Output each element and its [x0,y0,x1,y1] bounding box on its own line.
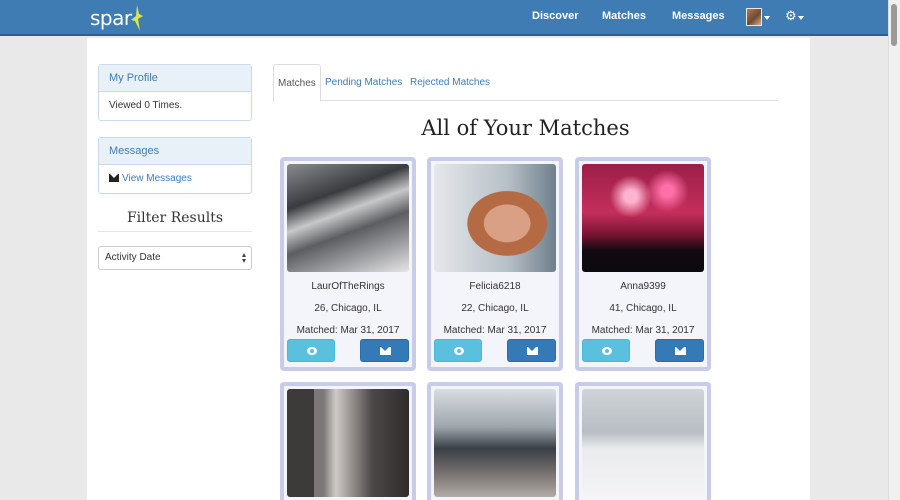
spark-logo[interactable]: spar [90,3,144,33]
profile-panel: My Profile Viewed 0 Times. [98,64,252,121]
filter-results-title: Filter Results [126,210,224,226]
match-card [427,382,563,500]
profile-panel-heading[interactable]: My Profile [99,65,251,92]
logo-text: spar [90,6,132,30]
message-button[interactable] [507,339,556,362]
message-button[interactable] [655,339,704,362]
eye-icon [454,347,464,355]
match-card: Anna9399 41, Chicago, IL Matched: Mar 31… [575,157,711,371]
match-photo[interactable] [434,164,556,272]
match-photo[interactable] [434,389,556,497]
match-date: Matched: Mar 31, 2017 [443,325,547,336]
settings-caret-icon[interactable] [798,16,804,20]
sort-select-value: Activity Date [105,252,161,263]
match-card [280,382,416,500]
match-date: Matched: Mar 31, 2017 [591,325,695,336]
envelope-icon [380,347,391,355]
tab-rejected-matches[interactable]: Rejected Matches [410,64,490,101]
match-photo[interactable] [287,164,409,272]
match-card: LaurOfTheRings 26, Chicago, IL Matched: … [280,157,416,371]
profile-views-text: Viewed 0 Times. [109,100,183,111]
page-content: My Profile Viewed 0 Times. Messages View… [87,38,810,500]
envelope-icon [109,174,119,182]
view-profile-button[interactable] [582,339,630,362]
avatar-caret-icon[interactable] [764,16,770,20]
page-scrollbar[interactable] [888,0,900,500]
page-title: All of Your Matches [421,116,630,140]
match-username: Anna9399 [620,281,666,292]
message-button[interactable] [360,339,409,362]
select-arrows-icon [242,253,247,263]
nav-messages[interactable]: Messages [672,10,725,22]
view-messages-link[interactable]: View Messages [122,173,192,184]
tab-pending-matches[interactable]: Pending Matches [325,64,402,101]
match-photo[interactable] [582,389,704,497]
messages-panel-heading[interactable]: Messages [99,138,251,165]
view-profile-button[interactable] [434,339,482,362]
nav-matches[interactable]: Matches [602,10,646,22]
match-details: 22, Chicago, IL [461,303,529,314]
user-avatar[interactable] [746,8,762,26]
match-photo[interactable] [582,164,704,272]
match-details: 26, Chicago, IL [314,303,382,314]
navbar: spar Discover Matches Messages ⚙ [0,0,900,36]
match-card [575,382,711,500]
match-card: Felicia6218 22, Chicago, IL Matched: Mar… [427,157,563,371]
envelope-icon [675,347,686,355]
filter-divider [98,231,252,232]
view-profile-button[interactable] [287,339,335,362]
scrollbar-thumb[interactable] [891,4,897,46]
gear-icon[interactable]: ⚙ [785,9,797,22]
match-photo[interactable] [287,389,409,497]
nav-discover[interactable]: Discover [532,10,578,22]
spark-icon [130,5,143,31]
match-username: Felicia6218 [469,281,521,292]
match-details: 41, Chicago, IL [609,303,677,314]
messages-panel: Messages View Messages [98,137,252,194]
match-tabs: Matches Pending Matches Rejected Matches [273,64,778,102]
eye-icon [602,347,612,355]
tab-matches[interactable]: Matches [273,64,321,102]
match-date: Matched: Mar 31, 2017 [296,325,400,336]
eye-icon [307,347,317,355]
sort-select[interactable]: Activity Date [98,246,252,270]
envelope-icon [527,347,538,355]
match-username: LaurOfTheRings [311,281,385,292]
messages-panel-body: View Messages [99,165,251,193]
